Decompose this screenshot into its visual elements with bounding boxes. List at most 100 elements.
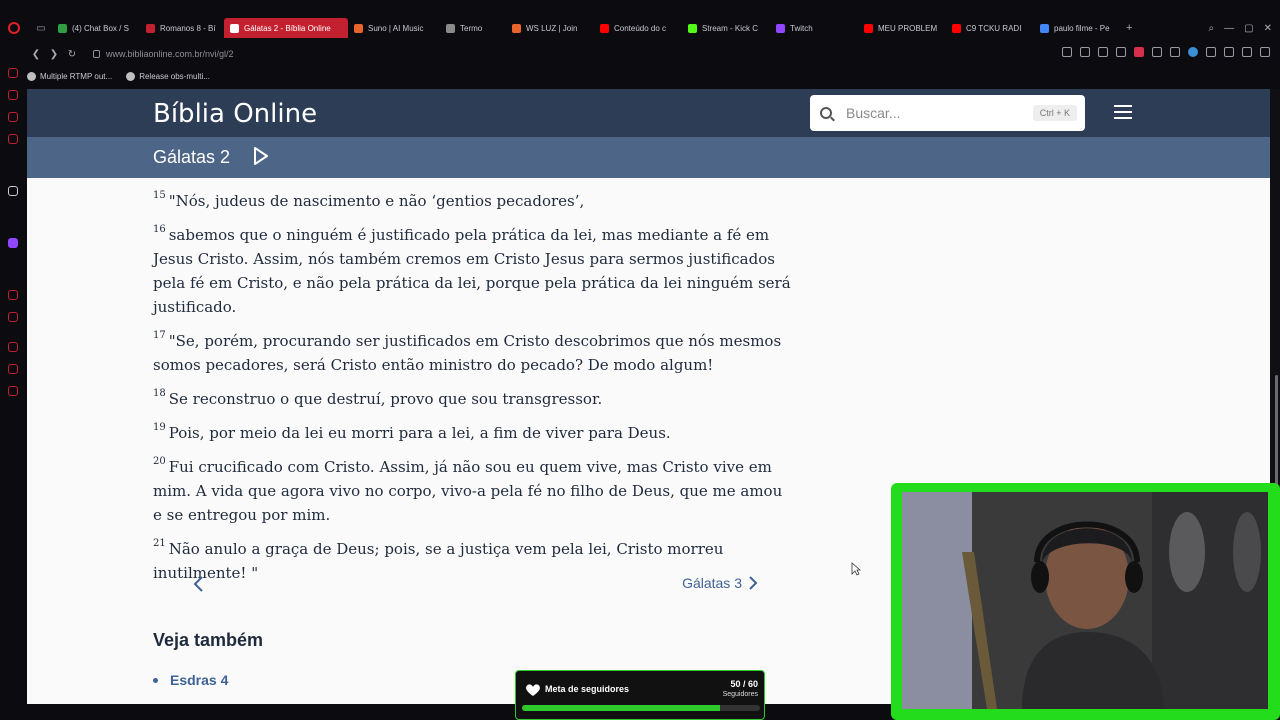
verse-text: "Se, porém, procurando ser justificados …	[153, 332, 782, 374]
verse[interactable]: 16 sabemos que o ninguém é justificado pe…	[153, 223, 793, 319]
speed-dial-icon[interactable]	[8, 68, 18, 78]
tab-favicon-icon	[1040, 23, 1049, 33]
webcam-feed	[902, 492, 1268, 709]
back-icon[interactable]: ❮	[27, 49, 45, 60]
browser-tab[interactable]: Conteúdo do c	[594, 18, 682, 38]
bag-icon[interactable]	[8, 90, 18, 100]
twitch-icon[interactable]	[8, 238, 18, 248]
browser-tab[interactable]: Twitch	[770, 18, 858, 38]
vpn-icon[interactable]	[1188, 47, 1198, 57]
play-audio-icon[interactable]	[253, 146, 269, 166]
previous-verse-fragment	[153, 177, 793, 187]
history-icon[interactable]	[8, 312, 18, 322]
tab-label: Termo	[460, 23, 483, 33]
next-chapter-label: Gálatas 3	[682, 575, 742, 591]
scrollbar-thumb[interactable]	[1275, 375, 1278, 488]
tab-favicon-icon	[146, 23, 155, 33]
tab-label: Romanos 8 - Bí	[160, 23, 216, 33]
tab-label: paulo filme - Pe	[1054, 23, 1110, 33]
verse-text: sabemos que o ninguém é justificado pela…	[153, 226, 791, 316]
easy-setup-icon[interactable]	[1260, 47, 1270, 57]
see-also-link[interactable]: Esdras 4	[170, 672, 228, 688]
url-field[interactable]: www.bibliaonline.com.br/nvi/gl/2	[93, 49, 234, 59]
goal-sub: Seguidores	[722, 691, 758, 698]
extensions-icon[interactable]	[1206, 47, 1216, 57]
tab-favicon-icon	[58, 23, 67, 33]
tab-strip: ▭ (4) Chat Box / S Romanos 8 - Bí Gálatas …	[0, 18, 1280, 38]
tab-favicon-icon	[776, 23, 785, 33]
chapter-title: Gálatas 2	[153, 147, 231, 167]
see-also-item[interactable]: Esdras 4	[153, 672, 228, 688]
next-chapter-link[interactable]: Gálatas 3	[682, 575, 758, 591]
new-tab-icon[interactable]: +	[1126, 22, 1132, 34]
tab-menu-icon[interactable]: ▭	[30, 18, 52, 38]
tab-label: Suno | AI Music	[368, 23, 424, 33]
browser-tab[interactable]: WS LUZ | Join	[506, 18, 594, 38]
news-icon[interactable]	[8, 134, 18, 144]
search-shortcut: Ctrl + K	[1032, 105, 1077, 121]
browser-tab[interactable]: C9 TCKU RADI	[946, 18, 1034, 38]
window-controls: ⌕ — ▢ ✕	[1209, 18, 1272, 38]
bookmark-item[interactable]: Multiple RTMP out...	[27, 71, 112, 81]
prev-chapter-icon[interactable]	[191, 575, 207, 593]
bookmarks-bar: Multiple RTMP out... Release obs-multi..…	[27, 68, 210, 84]
menu-icon[interactable]	[1114, 105, 1132, 119]
verse[interactable]: 19 Pois, por meio da lei eu morri para a …	[153, 421, 793, 445]
webcam-image	[902, 492, 1268, 709]
mouse-cursor-icon	[851, 562, 861, 576]
close-icon[interactable]: ✕	[1264, 23, 1272, 34]
browser-tab[interactable]: Gálatas 2 - Bíblia Online	[224, 18, 348, 38]
download-icon[interactable]	[1242, 47, 1252, 57]
browser-tab[interactable]: Suno | AI Music	[348, 18, 440, 38]
player-icon[interactable]	[1152, 47, 1162, 57]
player-sidebar-icon[interactable]	[8, 290, 18, 300]
snapshot-icon[interactable]	[1116, 47, 1126, 57]
tab-label: MEU PROBLEM	[878, 23, 938, 33]
bookmark-heart-icon[interactable]	[1170, 47, 1180, 57]
tab-favicon-icon	[864, 23, 873, 33]
verse-text: Fui crucificado com Cristo. Assim, já nã…	[153, 458, 783, 524]
clock-icon[interactable]	[8, 342, 18, 352]
verse[interactable]: 17 "Se, porém, procurando ser justificado…	[153, 329, 793, 377]
split-view-icon[interactable]	[1062, 47, 1072, 57]
browser-tab[interactable]: Romanos 8 - Bí	[140, 18, 224, 38]
messenger-icon[interactable]	[8, 112, 18, 122]
aria-icon[interactable]	[8, 186, 18, 196]
tab-label: Conteúdo do c	[614, 23, 667, 33]
verse[interactable]: 20 Fui crucificado com Cristo. Assim, já …	[153, 455, 793, 527]
search-tabs-icon[interactable]: ⌕	[1209, 23, 1215, 34]
verse-text: Pois, por meio da lei eu morri para a le…	[168, 424, 671, 442]
wallet-icon[interactable]	[1224, 47, 1234, 57]
verse-number: 15	[153, 190, 166, 201]
forward-icon[interactable]: ❯	[45, 49, 63, 60]
heart-icon	[526, 684, 540, 696]
pin-icon[interactable]	[1098, 47, 1108, 57]
settings-icon[interactable]	[8, 386, 18, 396]
bookmark-item[interactable]: Release obs-multi...	[126, 71, 210, 81]
reload-icon[interactable]: ↻	[63, 49, 81, 60]
browser-tab[interactable]: Termo	[440, 18, 506, 38]
bookmarks-icon[interactable]	[8, 364, 18, 374]
tab-favicon-icon	[600, 23, 609, 33]
browser-tab[interactable]: paulo filme - Pe	[1034, 18, 1122, 38]
verse-list: 15 "Nós, judeus de nascimento e não ‘gent…	[153, 189, 793, 595]
browser-tab[interactable]: (4) Chat Box / S	[52, 18, 140, 38]
verse[interactable]: 18 Se reconstruo o que destruí, provo que…	[153, 387, 793, 411]
maximize-icon[interactable]: ▢	[1244, 23, 1253, 34]
chapter-bar: Gálatas 2	[27, 137, 1270, 178]
verse-text: "Nós, judeus de nascimento e não ‘gentio…	[168, 192, 585, 210]
verse-number: 18	[153, 388, 166, 399]
minimize-icon[interactable]: —	[1224, 23, 1234, 34]
site-brand[interactable]: Bíblia Online	[153, 99, 317, 129]
verse[interactable]: 15 "Nós, judeus de nascimento e não ‘gent…	[153, 189, 793, 213]
sidebar	[0, 60, 26, 720]
browser-tab[interactable]: Stream - Kick C	[682, 18, 770, 38]
bullet-icon	[153, 677, 158, 683]
opera-logo-icon[interactable]	[8, 22, 20, 34]
github-icon	[126, 71, 136, 81]
url-text: www.bibliaonline.com.br/nvi/gl/2	[106, 49, 234, 59]
pocket-icon[interactable]	[1134, 47, 1144, 57]
search-box[interactable]: Buscar... Ctrl + K	[810, 95, 1085, 131]
zoom-icon[interactable]	[1080, 47, 1090, 57]
browser-tab[interactable]: MEU PROBLEM	[858, 18, 946, 38]
